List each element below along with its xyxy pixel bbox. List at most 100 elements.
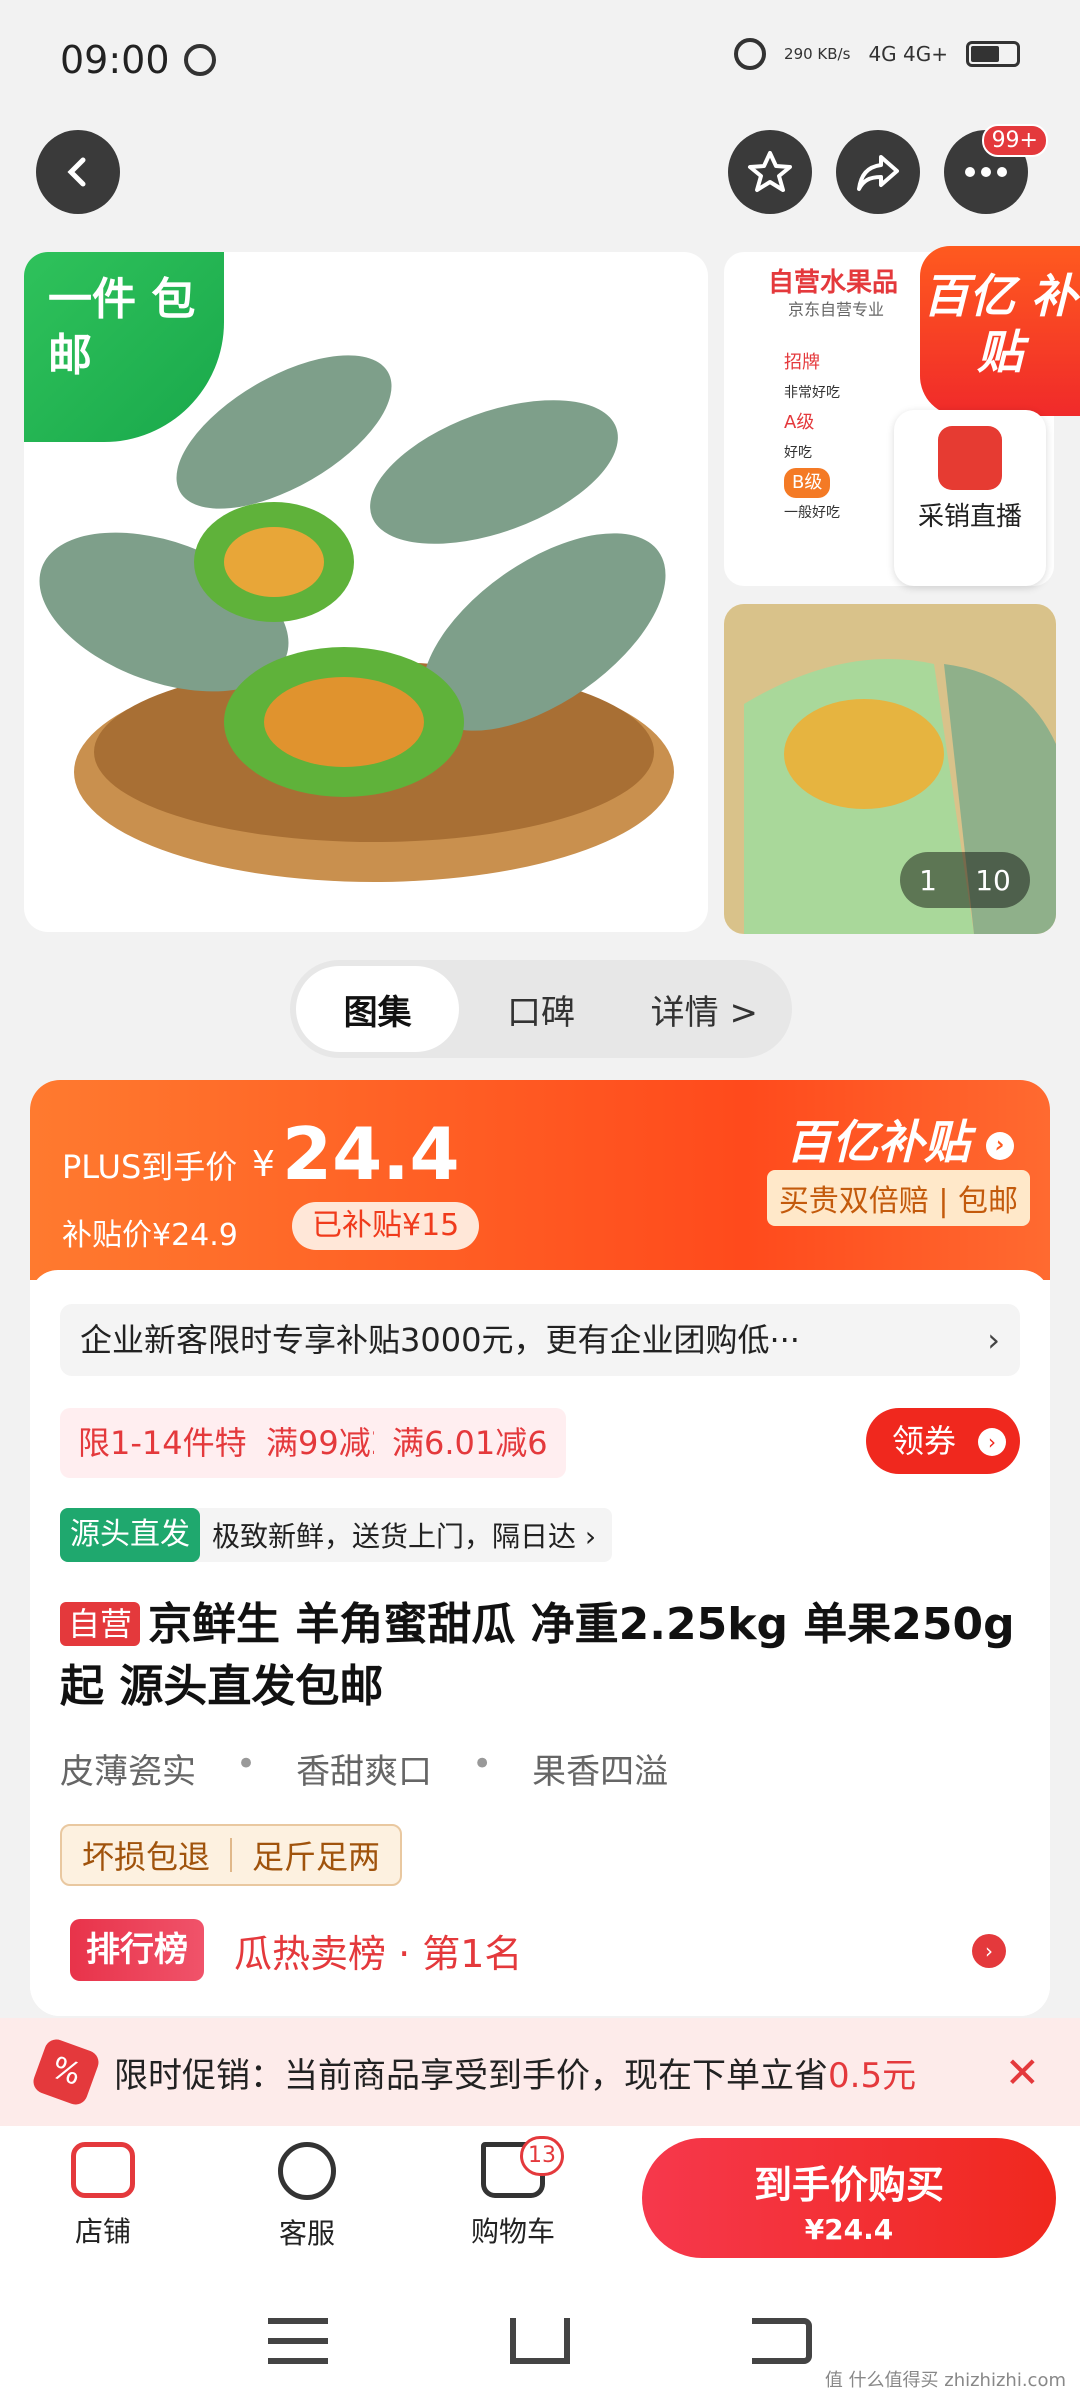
guarantee-item: 坏损包退 bbox=[82, 1838, 211, 1876]
close-icon[interactable]: ✕ bbox=[1005, 2048, 1040, 2097]
side-card-grades: 招牌 非常好吃 A级 好吃 B级 一般好吃 bbox=[784, 348, 894, 528]
customer-service-button[interactable]: 客服 bbox=[242, 2142, 372, 2252]
favorite-button[interactable] bbox=[728, 130, 812, 214]
ranking-row[interactable]: 排行榜 瓜热卖榜 · 第1名 › bbox=[70, 1918, 1020, 1982]
promo-notice-text: 限时促销：当前商品享受到手价，现在下单立省0.5元 bbox=[114, 2048, 916, 2097]
tab-gallery[interactable]: 图集 bbox=[296, 966, 460, 1052]
back-button[interactable] bbox=[36, 130, 120, 214]
product-title-text: 京鲜生 羊角蜜甜瓜 净重2.25kg 单果250g起 源头直发包邮 bbox=[60, 1599, 1015, 1712]
buy-price: ¥24.4 bbox=[804, 2213, 894, 2246]
plus-price-currency: ¥ bbox=[252, 1144, 275, 1185]
back-icon[interactable] bbox=[752, 2318, 812, 2364]
more-dots-icon bbox=[965, 167, 1007, 177]
status-bar: 09:00 290 KB/s 4G 4G+ bbox=[0, 0, 1080, 120]
plus-price-label: PLUS到手价 bbox=[62, 1148, 238, 1186]
side-card-title: 自营水果品 bbox=[768, 268, 899, 298]
tab-details[interactable]: 详情 > bbox=[623, 966, 786, 1052]
guarantee-item: 足斤足两 bbox=[252, 1838, 381, 1876]
product-info-card: PLUS到手价 ¥ 24.4 补贴价¥24.9 已补贴¥15 百亿补贴 › 买贵… bbox=[30, 1080, 1050, 2016]
cart-label: 购物车 bbox=[470, 2215, 555, 2248]
coupon-label: 领券 bbox=[892, 1422, 957, 1460]
gallery-thumbnail-2[interactable]: 1 10 bbox=[724, 604, 1056, 934]
ranking-badge-label: 排行榜 bbox=[86, 1930, 188, 1970]
live-stream-label: 采销直播 bbox=[917, 502, 1022, 532]
grade-label: B级 bbox=[784, 468, 831, 498]
separator-dot: • bbox=[472, 1744, 493, 1784]
promo-notice-bar[interactable]: % 限时促销：当前商品享受到手价，现在下单立省0.5元 ✕ bbox=[0, 2018, 1080, 2126]
cart-button[interactable]: 13 购物车 bbox=[448, 2136, 578, 2250]
grade-desc: 好吃 bbox=[784, 445, 812, 461]
subsidy-guarantee: 买贵双倍赔 | 包邮 bbox=[766, 1170, 1030, 1226]
status-indicators: 290 KB/s 4G 4G+ bbox=[720, 38, 1020, 70]
network-label: 4G 4G+ bbox=[868, 42, 948, 66]
shop-icon bbox=[71, 2142, 135, 2198]
chevron-right-icon: › bbox=[987, 1321, 1000, 1359]
subsidy-corner-badge: 百亿 补贴 bbox=[920, 246, 1080, 416]
product-title: 自营 京鲜生 羊角蜜甜瓜 净重2.25kg 单果250g起 源头直发包邮 bbox=[60, 1594, 1020, 1718]
subsidy-brand-title: 百亿补贴 bbox=[785, 1115, 970, 1169]
live-stream-icon bbox=[938, 426, 1002, 490]
message-badge: 99+ bbox=[981, 124, 1048, 157]
chevron-right-icon: › bbox=[972, 1934, 1006, 1968]
guarantee-tags[interactable]: 坏损包退 足斤足两 bbox=[60, 1824, 403, 1886]
ranking-text: 瓜热卖榜 · 第1名 bbox=[234, 1931, 523, 1976]
subsidy-price: 补贴价¥24.9 bbox=[62, 1218, 238, 1253]
watermark: 值 什么值得买 zhizhizhi.com bbox=[824, 2370, 1066, 2391]
tab-reviews[interactable]: 口碑 bbox=[459, 966, 622, 1052]
product-details: 企业新客限时专享补贴3000元，更有企业团购低··· › 限1-14件特惠 满9… bbox=[30, 1270, 1050, 2016]
bottom-action-bar: 店铺 客服 13 购物车 到手价购买 ¥24.4 bbox=[0, 2126, 1080, 2276]
feature-item: 皮薄瓷实 bbox=[60, 1752, 196, 1792]
side-card-brand: 京东自营专业 bbox=[788, 300, 885, 319]
ranking-badge: 排行榜 bbox=[70, 1919, 204, 1981]
alarm-icon bbox=[734, 38, 767, 70]
page-total: 10 bbox=[975, 863, 1011, 897]
recent-apps-icon[interactable] bbox=[268, 2318, 328, 2364]
chevron-right-icon: › bbox=[986, 1131, 1014, 1160]
system-navigation-bar: 值 什么值得买 zhizhizhi.com bbox=[0, 2276, 1080, 2400]
direct-shipping-row[interactable]: 源头直发 极致新鲜，送货上门，隔日达 › bbox=[60, 1508, 613, 1562]
direct-shipping-text: 极致新鲜，送货上门，隔日达 › bbox=[212, 1520, 597, 1553]
page-current: 1 bbox=[919, 863, 937, 897]
feature-item: 香甜爽口 bbox=[296, 1752, 433, 1792]
enterprise-offer-row[interactable]: 企业新客限时专享补贴3000元，更有企业团购低··· › bbox=[60, 1304, 1020, 1376]
product-features: 皮薄瓷实 • 香甜爽口 • 果香四溢 bbox=[60, 1744, 668, 1793]
share-button[interactable] bbox=[836, 130, 920, 214]
direct-shipping-tag: 源头直发 bbox=[60, 1508, 200, 1562]
alarm-icon bbox=[183, 44, 216, 76]
buy-label: 到手价购买 bbox=[753, 2163, 944, 2207]
content-tabs: 图集 口碑 详情 > bbox=[290, 960, 792, 1058]
network-speed: 290 KB/s bbox=[784, 45, 851, 63]
promo-tag[interactable]: 满6.01减6 bbox=[374, 1408, 566, 1478]
get-coupon-button[interactable]: 领券 › bbox=[866, 1408, 1020, 1474]
star-icon bbox=[748, 151, 792, 192]
grade-label: A级 bbox=[784, 412, 815, 433]
grade-desc: 一般好吃 bbox=[784, 505, 840, 521]
home-icon[interactable] bbox=[510, 2318, 570, 2364]
more-button[interactable]: 99+ bbox=[944, 124, 1048, 214]
battery-icon bbox=[966, 41, 1020, 67]
live-stream-button[interactable]: 采销直播 bbox=[894, 410, 1046, 586]
chevron-right-icon: › bbox=[978, 1428, 1006, 1456]
grade-label: 招牌 bbox=[784, 352, 820, 373]
promo-savings-amount: 0.5元 bbox=[828, 2055, 917, 2096]
shop-button[interactable]: 店铺 bbox=[38, 2142, 168, 2250]
product-main-image[interactable]: 一件 包邮 bbox=[24, 252, 708, 932]
shop-label: 店铺 bbox=[74, 2215, 131, 2248]
buy-now-button[interactable]: 到手价购买 ¥24.4 bbox=[642, 2138, 1056, 2258]
separator-dot: • bbox=[236, 1744, 257, 1784]
self-operated-tag: 自营 bbox=[60, 1602, 141, 1646]
share-icon bbox=[857, 155, 899, 191]
discount-icon: % bbox=[30, 2036, 102, 2108]
enterprise-offer-text: 企业新客限时专享补贴3000元，更有企业团购低··· bbox=[80, 1321, 800, 1359]
feature-item: 果香四溢 bbox=[532, 1752, 669, 1792]
grade-desc: 非常好吃 bbox=[784, 385, 840, 401]
price-banner: PLUS到手价 ¥ 24.4 补贴价¥24.9 已补贴¥15 百亿补贴 › 买贵… bbox=[30, 1080, 1050, 1280]
chevron-left-icon bbox=[67, 157, 86, 187]
promo-notice-message: 限时促销：当前商品享受到手价，现在下单立省 bbox=[114, 2055, 828, 2096]
cart-count-badge: 13 bbox=[520, 2136, 564, 2176]
status-time: 09:00 bbox=[60, 38, 170, 82]
subsidy-brand-link[interactable]: 百亿补贴 › bbox=[786, 1106, 1014, 1172]
service-label: 客服 bbox=[278, 2217, 335, 2250]
gallery-page-counter: 1 10 bbox=[900, 852, 1030, 908]
plus-price-value: 24.4 bbox=[282, 1112, 460, 1196]
